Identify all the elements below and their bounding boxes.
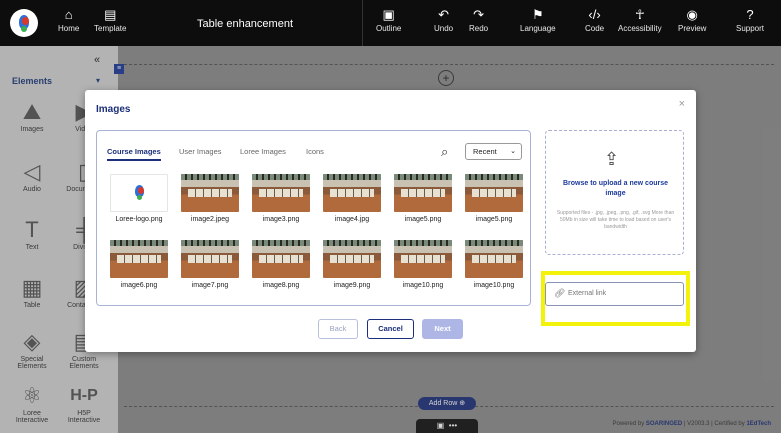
upload-title: Browse to upload a new course image xyxy=(562,180,669,197)
image-thumbnail[interactable]: image10.png xyxy=(394,240,452,289)
home-icon: ⌂ xyxy=(64,7,73,22)
image-thumbnail[interactable]: image9.png xyxy=(323,240,381,289)
preview-button[interactable]: ◉ Preview xyxy=(678,6,706,33)
modal-title: Images xyxy=(96,104,131,115)
outline-button[interactable]: ▣ Outline xyxy=(376,6,401,33)
image-thumbnail[interactable]: image2.jpeg xyxy=(181,174,239,223)
home-button[interactable]: ⌂ Home xyxy=(58,6,79,33)
undo-icon: ↶ xyxy=(438,7,450,22)
support-button[interactable]: ? Support xyxy=(736,6,764,33)
sort-select[interactable]: Recent ⌄ xyxy=(465,143,522,160)
language-button[interactable]: ⚑ Language xyxy=(520,6,556,33)
teach-photo xyxy=(323,240,381,278)
loree-logo-image xyxy=(110,174,168,212)
image-thumbnail[interactable]: image5.png xyxy=(394,174,452,223)
tab-user-images[interactable]: User Images xyxy=(179,147,222,156)
tab-loree-images[interactable]: Loree Images xyxy=(240,147,286,156)
teach-photo xyxy=(465,240,523,278)
image-thumbnail[interactable]: image7.png xyxy=(181,240,239,289)
image-thumbnail[interactable]: image10.png xyxy=(465,240,523,289)
image-thumbnail[interactable]: image5.png xyxy=(465,174,523,223)
loree-logo xyxy=(10,9,38,37)
image-gallery: Course Images User Images Loree Images I… xyxy=(96,130,531,306)
highlight-box xyxy=(541,271,690,326)
next-button[interactable]: Next xyxy=(422,319,463,339)
preview-icon: ◉ xyxy=(686,7,698,22)
chevron-down-icon: ⌄ xyxy=(510,148,516,155)
toolbar-divider xyxy=(362,0,363,46)
teach-photo xyxy=(110,240,168,278)
redo-icon: ↷ xyxy=(473,7,485,22)
template-icon: ▤ xyxy=(104,7,117,22)
redo-button[interactable]: ↷ Redo xyxy=(469,6,488,33)
page-title: Table enhancement xyxy=(196,18,293,30)
upload-dropzone[interactable]: ⇪ Browse to upload a new course image Su… xyxy=(545,130,684,255)
upload-icon: ⇪ xyxy=(604,149,620,169)
accessibility-button[interactable]: ☥ Accessibility xyxy=(618,6,662,33)
image-thumbnail[interactable]: Loree-logo.png xyxy=(110,174,168,223)
teach-photo xyxy=(252,174,310,212)
code-icon: ‹/› xyxy=(588,7,601,22)
image-thumbnail[interactable]: image6.png xyxy=(110,240,168,289)
image-thumbnail[interactable]: image3.png xyxy=(252,174,310,223)
image-thumbnail[interactable]: image4.jpg xyxy=(323,174,381,223)
teach-photo xyxy=(181,174,239,212)
top-toolbar: ⌂ Home ▤ Template Table enhancement ▣ Outli… xyxy=(0,0,781,46)
teach-photo xyxy=(465,174,523,212)
outline-icon: ▣ xyxy=(382,7,395,22)
teach-photo xyxy=(394,174,452,212)
close-icon[interactable]: × xyxy=(679,98,685,110)
accessibility-icon: ☥ xyxy=(634,7,645,22)
tab-icons[interactable]: Icons xyxy=(306,147,324,156)
cancel-button[interactable]: Cancel xyxy=(367,319,414,339)
search-icon[interactable]: ⌕ xyxy=(441,144,448,160)
tab-course-images[interactable]: Course Images xyxy=(107,147,161,161)
teach-photo xyxy=(323,174,381,212)
upload-hint: Supported files - .jpg, .jpeg, .png, .gi… xyxy=(556,210,675,230)
template-button[interactable]: ▤ Template xyxy=(94,6,126,33)
undo-button[interactable]: ↶ Undo xyxy=(434,6,453,33)
teach-photo xyxy=(252,240,310,278)
back-button[interactable]: Back xyxy=(318,319,358,339)
help-icon: ? xyxy=(746,7,754,22)
image-thumbnail[interactable]: image8.png xyxy=(252,240,310,289)
language-icon: ⚑ xyxy=(531,7,544,22)
teach-photo xyxy=(394,240,452,278)
code-button[interactable]: ‹/› Code xyxy=(585,6,604,33)
teach-photo xyxy=(181,240,239,278)
